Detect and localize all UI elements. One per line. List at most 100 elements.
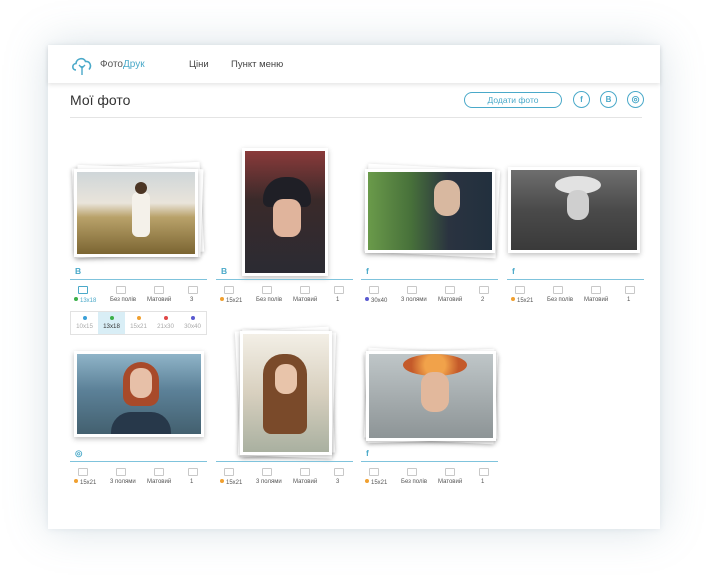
size-value[interactable]: 15x21 xyxy=(511,297,533,304)
facebook-icon[interactable]: f xyxy=(573,91,590,108)
size-value-text: 13x18 xyxy=(80,298,97,304)
photo-thumbnail[interactable] xyxy=(508,167,640,253)
size-option-21x30[interactable]: 21x30 xyxy=(152,312,179,334)
size-icon[interactable] xyxy=(78,286,88,294)
quantity-icon[interactable] xyxy=(188,468,198,476)
margins-value[interactable]: Без полів xyxy=(110,297,136,303)
finish-value[interactable]: Матовий xyxy=(438,297,462,303)
finish-value[interactable]: Матовий xyxy=(584,297,608,303)
margins-value[interactable]: Без полів xyxy=(547,297,573,303)
margins-icon[interactable] xyxy=(262,286,272,294)
photo-subject-head xyxy=(135,182,147,194)
logo-icon[interactable] xyxy=(70,53,94,77)
size-icon[interactable] xyxy=(224,286,234,294)
add-photo-button[interactable]: Додати фото xyxy=(464,92,562,108)
size-option-label: 10x15 xyxy=(76,323,93,330)
margins-value[interactable]: 3 полями xyxy=(110,479,136,485)
finish-value[interactable]: Матовий xyxy=(147,297,171,303)
finish-icon[interactable] xyxy=(300,468,310,476)
quantity-icon[interactable] xyxy=(479,468,489,476)
card-divider xyxy=(216,279,353,280)
finish-icon[interactable] xyxy=(591,286,601,294)
finish-icon[interactable] xyxy=(445,468,455,476)
quantity-icon[interactable] xyxy=(625,286,635,294)
nav-prices[interactable]: Ціни xyxy=(189,59,209,70)
margins-icon[interactable] xyxy=(407,468,417,476)
margins-value[interactable]: 3 полями xyxy=(401,297,427,303)
size-value[interactable]: 15x21 xyxy=(74,479,96,486)
quantity-value[interactable]: 3 xyxy=(190,297,193,303)
size-icon[interactable] xyxy=(369,286,379,294)
margins-icon[interactable] xyxy=(553,286,563,294)
card-divider xyxy=(361,279,498,280)
facebook-source-icon: f xyxy=(366,448,369,458)
margins-value[interactable]: Без полів xyxy=(401,479,427,485)
card-settings-icons xyxy=(224,468,354,478)
quantity-icon[interactable] xyxy=(479,286,489,294)
finish-icon[interactable] xyxy=(445,286,455,294)
size-value[interactable]: 15x21 xyxy=(220,297,242,304)
size-option-10x15[interactable]: 10x15 xyxy=(71,312,98,334)
size-icon[interactable] xyxy=(515,286,525,294)
margins-icon[interactable] xyxy=(407,286,417,294)
card-settings-labels: 15x21 3 полями Матовий 1 xyxy=(74,479,208,487)
finish-value[interactable]: Матовий xyxy=(438,479,462,485)
photo-thumbnail[interactable] xyxy=(366,351,496,441)
brand-part-1: Фото xyxy=(100,59,123,70)
photo-thumbnail[interactable] xyxy=(242,148,328,276)
quantity-value[interactable]: 2 xyxy=(481,297,484,303)
margins-icon[interactable] xyxy=(262,468,272,476)
margins-value[interactable]: Без полів xyxy=(256,297,282,303)
photo-thumbnail[interactable] xyxy=(365,169,495,253)
size-icon[interactable] xyxy=(224,468,234,476)
size-option-dot xyxy=(163,316,168,320)
size-option-dot xyxy=(82,316,87,320)
size-option-13x18[interactable]: 13x18 xyxy=(98,312,125,334)
finish-icon[interactable] xyxy=(154,286,164,294)
quantity-value[interactable]: 3 xyxy=(336,479,339,485)
brand-name[interactable]: ФотоДрук xyxy=(100,59,145,70)
vk-icon[interactable]: B xyxy=(600,91,617,108)
quantity-icon[interactable] xyxy=(334,468,344,476)
photo-thumbnail[interactable] xyxy=(74,169,198,257)
photo-subject-face xyxy=(567,190,589,220)
finish-icon[interactable] xyxy=(154,468,164,476)
size-option-label: 15x21 xyxy=(130,323,147,330)
quantity-icon[interactable] xyxy=(188,286,198,294)
instagram-icon[interactable]: ◎ xyxy=(627,91,644,108)
card-settings-icons xyxy=(515,286,645,296)
finish-value[interactable]: Матовий xyxy=(293,479,317,485)
size-value[interactable]: 30x40 xyxy=(365,297,387,304)
finish-value[interactable]: Матовий xyxy=(147,479,171,485)
nav-menu-item[interactable]: Пункт меню xyxy=(231,59,283,70)
photo-thumbnail[interactable] xyxy=(74,351,204,437)
size-option-30x40[interactable]: 30x40 xyxy=(179,312,206,334)
size-icon[interactable] xyxy=(369,468,379,476)
quantity-value[interactable]: 1 xyxy=(190,479,193,485)
finish-value[interactable]: Матовий xyxy=(293,297,317,303)
photo-thumbnail[interactable] xyxy=(240,331,332,455)
size-color-dot xyxy=(511,297,515,301)
card-divider xyxy=(361,461,498,462)
photo-subject-face xyxy=(273,199,301,237)
size-value[interactable]: 15x21 xyxy=(220,479,242,486)
facebook-source-icon: f xyxy=(366,266,369,276)
finish-icon[interactable] xyxy=(300,286,310,294)
card-settings-labels: 30x40 3 полями Матовий 2 xyxy=(365,297,499,305)
quantity-value[interactable]: 1 xyxy=(481,479,484,485)
size-icon[interactable] xyxy=(78,468,88,476)
size-value[interactable]: 13x18 xyxy=(74,297,96,304)
size-value[interactable]: 15x21 xyxy=(365,479,387,486)
margins-icon[interactable] xyxy=(116,286,126,294)
quantity-value[interactable]: 1 xyxy=(627,297,630,303)
instagram-source-icon: ◎ xyxy=(75,448,83,458)
photo-subject-face xyxy=(130,368,152,398)
size-option-15x21[interactable]: 15x21 xyxy=(125,312,152,334)
card-settings-labels: 15x21 3 полями Матовий 3 xyxy=(220,479,354,487)
quantity-value[interactable]: 1 xyxy=(336,297,339,303)
size-value-text: 15x21 xyxy=(226,480,243,486)
size-option-dot xyxy=(109,316,114,320)
margins-icon[interactable] xyxy=(116,468,126,476)
quantity-icon[interactable] xyxy=(334,286,344,294)
margins-value[interactable]: 3 полями xyxy=(256,479,282,485)
